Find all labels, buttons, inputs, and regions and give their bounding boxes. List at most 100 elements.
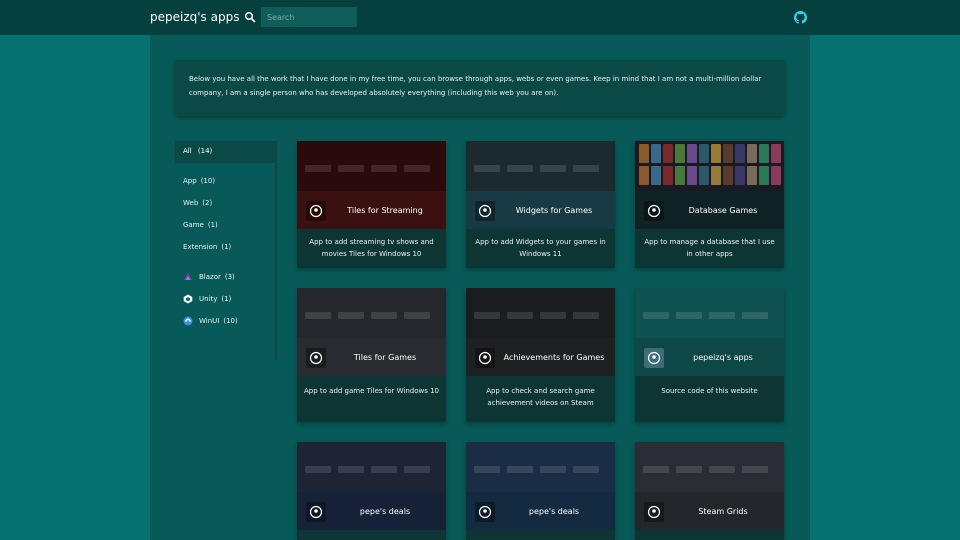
preview-tile <box>507 312 533 319</box>
unity-icon <box>183 294 193 304</box>
preview-tile <box>305 312 331 319</box>
game-cover <box>747 144 757 163</box>
app-card[interactable]: Widgets for Games App to add Widgets to y… <box>466 141 615 268</box>
preview-tile <box>573 165 599 172</box>
filter-label: Blazor <box>199 273 221 281</box>
winui-icon <box>183 316 193 326</box>
top-navbar: pepeizq's apps <box>0 0 960 35</box>
widget-icon <box>475 201 495 221</box>
game-cover <box>735 166 745 185</box>
card-description: App to add Widgets to your games in Wind… <box>475 238 606 258</box>
card-screenshot <box>297 288 446 338</box>
filter-label: Web <box>183 199 199 207</box>
tv-icon <box>306 201 326 221</box>
filter-blazor[interactable]: Blazor (3) <box>183 272 235 282</box>
preview-tile <box>371 312 397 319</box>
filter-label: Unity <box>199 295 218 303</box>
filter-all[interactable]: All (14) <box>175 141 277 163</box>
game-cover <box>699 144 709 163</box>
preview-tile <box>573 312 599 319</box>
filter-count: (2) <box>202 199 213 207</box>
steam-icon <box>644 502 664 522</box>
preview-tile <box>643 466 669 473</box>
database-icon <box>644 201 664 221</box>
card-description: Source code of this website <box>661 387 758 395</box>
filter-count: (10) <box>200 177 216 185</box>
trophy-icon <box>475 348 495 368</box>
preview-tile <box>474 312 500 319</box>
pepeizq-icon <box>475 502 495 522</box>
filter-extension[interactable]: Extension (1) <box>183 243 231 251</box>
preview-tile <box>338 466 364 473</box>
game-cover <box>711 166 721 185</box>
preview-tile <box>676 466 702 473</box>
filter-sidebar: All (14) App (10) Web (2) Game (1) Exten… <box>175 141 277 360</box>
filter-count: (1) <box>207 221 218 229</box>
preview-tile <box>371 165 397 172</box>
preview-tile <box>305 165 331 172</box>
preview-tile <box>305 466 331 473</box>
filter-winui[interactable]: WinUI (10) <box>183 316 238 326</box>
card-title: Tiles for Games <box>353 352 417 362</box>
card-title: Achievements for Games <box>503 352 605 362</box>
preview-tile <box>742 312 768 319</box>
game-cover <box>675 144 685 163</box>
game-cover <box>639 166 649 185</box>
preview-tile <box>507 165 533 172</box>
game-cover <box>699 166 709 185</box>
app-card[interactable]: Achievements for Games App to check and s… <box>466 288 615 422</box>
preview-tile <box>742 466 768 473</box>
preview-tile <box>709 312 735 319</box>
pepeizq-icon <box>306 502 326 522</box>
game-cover <box>675 166 685 185</box>
game-cover <box>687 144 697 163</box>
github-icon[interactable] <box>794 11 807 24</box>
app-card[interactable]: pepe's deals <box>466 442 615 540</box>
card-screenshot <box>635 442 784 492</box>
filter-label: App <box>183 177 197 185</box>
preview-tile <box>573 466 599 473</box>
game-cover <box>723 166 733 185</box>
preview-tile <box>507 466 533 473</box>
card-title: pepeizq's apps <box>693 352 753 362</box>
game-cover <box>663 166 673 185</box>
filter-unity[interactable]: Unity (1) <box>183 294 231 304</box>
filter-count: (1) <box>221 243 232 251</box>
search-input[interactable] <box>261 7 357 27</box>
preview-tile <box>404 466 430 473</box>
card-screenshot <box>635 141 784 191</box>
filter-label: All <box>183 147 192 155</box>
game-cover <box>759 166 769 185</box>
preview-tile <box>540 312 566 319</box>
app-card[interactable]: Tiles for Streaming App to add streaming … <box>297 141 446 268</box>
game-cover <box>687 166 697 185</box>
preview-tile <box>540 466 566 473</box>
app-card[interactable]: pepeizq's apps Source code of this websit… <box>635 288 784 422</box>
game-cover <box>723 144 733 163</box>
card-title: Tiles for Streaming <box>347 205 423 215</box>
app-card[interactable]: Steam Grids <box>635 442 784 540</box>
filter-label: WinUI <box>199 317 220 325</box>
brand-title[interactable]: pepeizq's apps <box>150 10 239 24</box>
preview-tile <box>404 312 430 319</box>
game-cover <box>651 166 661 185</box>
preview-tile <box>338 165 364 172</box>
filter-count: (14) <box>197 147 213 155</box>
filter-count: (1) <box>221 295 232 303</box>
app-card[interactable]: pepe's deals <box>297 442 446 540</box>
filter-web[interactable]: Web (2) <box>183 199 212 207</box>
preview-tile <box>474 466 500 473</box>
filter-app[interactable]: App (10) <box>183 177 215 185</box>
game-cover <box>711 144 721 163</box>
blazor-icon <box>184 273 192 280</box>
game-cover <box>771 144 781 163</box>
game-cover <box>663 144 673 163</box>
app-card[interactable]: Database Games App to manage a database t… <box>635 141 784 268</box>
search-icon[interactable] <box>244 11 256 23</box>
card-screenshot <box>466 141 615 191</box>
app-card[interactable]: Tiles for Games App to add game Tiles for… <box>297 288 446 422</box>
intro-text: Below you have all the work that I have … <box>175 60 785 116</box>
card-screenshot <box>466 442 615 492</box>
card-title: Database Games <box>688 205 758 215</box>
filter-game[interactable]: Game (1) <box>183 221 218 229</box>
